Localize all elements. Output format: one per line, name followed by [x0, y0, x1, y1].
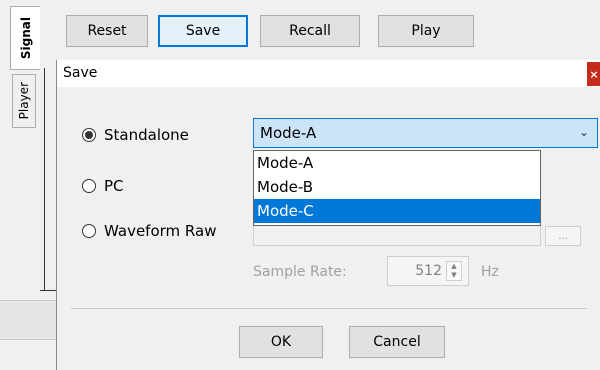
radio-unchecked-icon[interactable] [82, 179, 96, 193]
file-path-input[interactable] [253, 226, 541, 246]
tab-player[interactable]: Player [12, 74, 36, 128]
dialog-separator [71, 308, 587, 309]
mode-option[interactable]: Mode-A [254, 151, 540, 175]
mode-dropdown-list: Mode-A Mode-B Mode-C [253, 150, 541, 226]
mode-option-highlighted[interactable]: Mode-C [254, 199, 540, 223]
sample-rate-unit: Hz [481, 264, 499, 280]
radio-unchecked-icon[interactable] [82, 224, 96, 238]
tab-signal[interactable]: Signal [10, 6, 40, 70]
status-band [0, 300, 56, 340]
browse-button[interactable]: ... [545, 226, 581, 246]
reset-button[interactable]: Reset [66, 15, 148, 47]
tab-signal-label: Signal [18, 16, 33, 60]
save-dialog: Save × Standalone PC Waveform Raw Mode-A… [56, 60, 600, 370]
dialog-title: Save [63, 65, 98, 81]
close-icon[interactable]: × [587, 62, 600, 86]
radio-pc[interactable]: PC [82, 177, 124, 195]
radio-checked-icon[interactable] [82, 128, 96, 142]
play-button[interactable]: Play [378, 15, 474, 47]
radio-standalone[interactable]: Standalone [82, 126, 189, 144]
cancel-button[interactable]: Cancel [349, 326, 445, 358]
tab-player-label: Player [17, 82, 31, 120]
sample-rate-value: 512 [415, 263, 442, 279]
radio-pc-label: PC [104, 177, 124, 195]
radio-waveform-raw-label: Waveform Raw [104, 222, 217, 240]
sample-rate-label: Sample Rate: [253, 264, 347, 280]
dialog-titlebar: Save × [57, 60, 600, 87]
app-window: Signal Player Reset Save Recall Play Sav… [0, 0, 600, 370]
panel-border [44, 68, 45, 290]
mode-option[interactable]: Mode-B [254, 175, 540, 199]
spinner-arrows-icon[interactable]: ▲ ▼ [446, 261, 462, 281]
sample-rate-spinner[interactable]: 512 ▲ ▼ [387, 256, 469, 286]
mode-select-value: Mode-A [260, 124, 317, 142]
mode-select[interactable]: Mode-A ⌄ [253, 118, 598, 148]
save-button[interactable]: Save [158, 15, 248, 47]
radio-standalone-label: Standalone [104, 126, 189, 144]
ok-button[interactable]: OK [239, 326, 323, 358]
radio-waveform-raw[interactable]: Waveform Raw [82, 222, 216, 240]
chevron-down-icon[interactable]: ⌄ [579, 125, 589, 139]
recall-button[interactable]: Recall [260, 15, 360, 47]
